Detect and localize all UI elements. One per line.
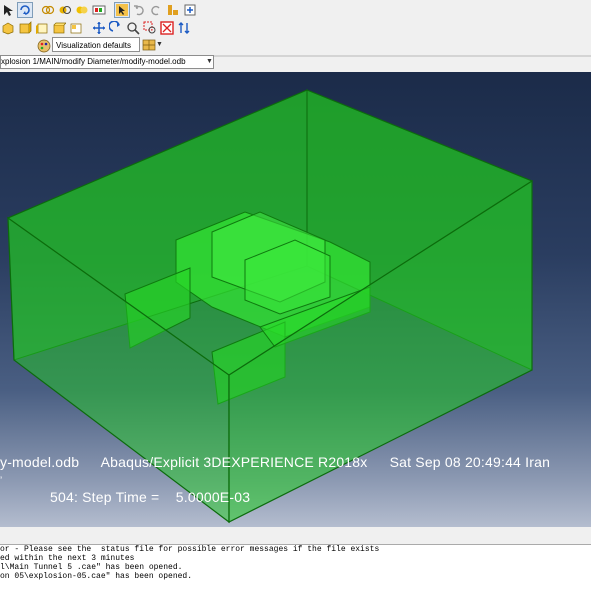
message-line: ed within the next 3 minutes bbox=[0, 554, 135, 563]
rotate-icon[interactable] bbox=[108, 20, 124, 36]
view-front-icon[interactable] bbox=[17, 20, 33, 36]
message-line: or - Please see the status file for poss… bbox=[0, 545, 380, 554]
chevron-down-icon[interactable]: ▼ bbox=[156, 37, 164, 52]
select-arrow-icon[interactable] bbox=[0, 2, 16, 18]
views-icon[interactable] bbox=[165, 2, 181, 18]
solver-label: Abaqus/Explicit 3DEXPERIENCE R2018x bbox=[100, 454, 368, 470]
odb-path-select[interactable]: xplosion 1/MAIN/modify Diameter/modify-m… bbox=[0, 55, 214, 69]
date-label: Sat Sep 08 20:49:44 Iran bbox=[389, 454, 551, 470]
odb-name-label: y-model.odb bbox=[0, 454, 80, 470]
view-side-icon[interactable] bbox=[34, 20, 50, 36]
render-hidden-icon[interactable] bbox=[57, 2, 73, 18]
model-viewport[interactable]: y-model.odb Abaqus/Explicit 3DEXPERIENCE… bbox=[0, 72, 591, 527]
zoom-icon[interactable] bbox=[125, 20, 141, 36]
view-top-icon[interactable] bbox=[51, 20, 67, 36]
message-line: on 05\explosion-05.cae" has been opened. bbox=[0, 572, 193, 581]
toolbar-row-2 bbox=[0, 18, 190, 37]
chevron-down-icon[interactable]: ▼ bbox=[205, 55, 214, 69]
query-cursor-icon[interactable] bbox=[114, 1, 130, 18]
color-swatch-icon[interactable] bbox=[141, 37, 157, 52]
cycle-view-icon[interactable] bbox=[176, 20, 192, 36]
triad-icon: ʼ bbox=[0, 476, 3, 487]
render-shaded-icon[interactable] bbox=[74, 2, 90, 18]
odb-state-block: y-model.odb Abaqus/Explicit 3DEXPERIENCE… bbox=[0, 454, 568, 470]
message-line: l\Main Tunnel 5 .cae" has been opened. bbox=[0, 563, 183, 572]
message-area[interactable]: or - Please see the status file for poss… bbox=[0, 544, 591, 592]
viewport-footer bbox=[0, 527, 591, 544]
step-time-label: 504: Step Time = 5.0000E-03 bbox=[50, 489, 251, 505]
view-manager-icon[interactable] bbox=[182, 2, 198, 18]
undo-view-icon[interactable] bbox=[131, 2, 147, 18]
box-zoom-icon[interactable] bbox=[142, 20, 158, 36]
color-code-icon[interactable] bbox=[91, 2, 107, 18]
view-bottom-icon[interactable] bbox=[68, 20, 84, 36]
rotate-view-icon[interactable] bbox=[17, 1, 33, 18]
visualization-defaults-select[interactable]: Visualization defaults bbox=[52, 37, 140, 52]
visualization-palette-icon[interactable] bbox=[36, 38, 52, 54]
pan-icon[interactable] bbox=[91, 20, 107, 36]
toolbar-row-1 bbox=[0, 0, 196, 19]
view-iso-icon[interactable] bbox=[0, 20, 16, 36]
render-wireframe-icon[interactable] bbox=[40, 2, 56, 18]
redo-view-icon[interactable] bbox=[148, 2, 164, 18]
auto-fit-icon[interactable] bbox=[159, 20, 175, 36]
